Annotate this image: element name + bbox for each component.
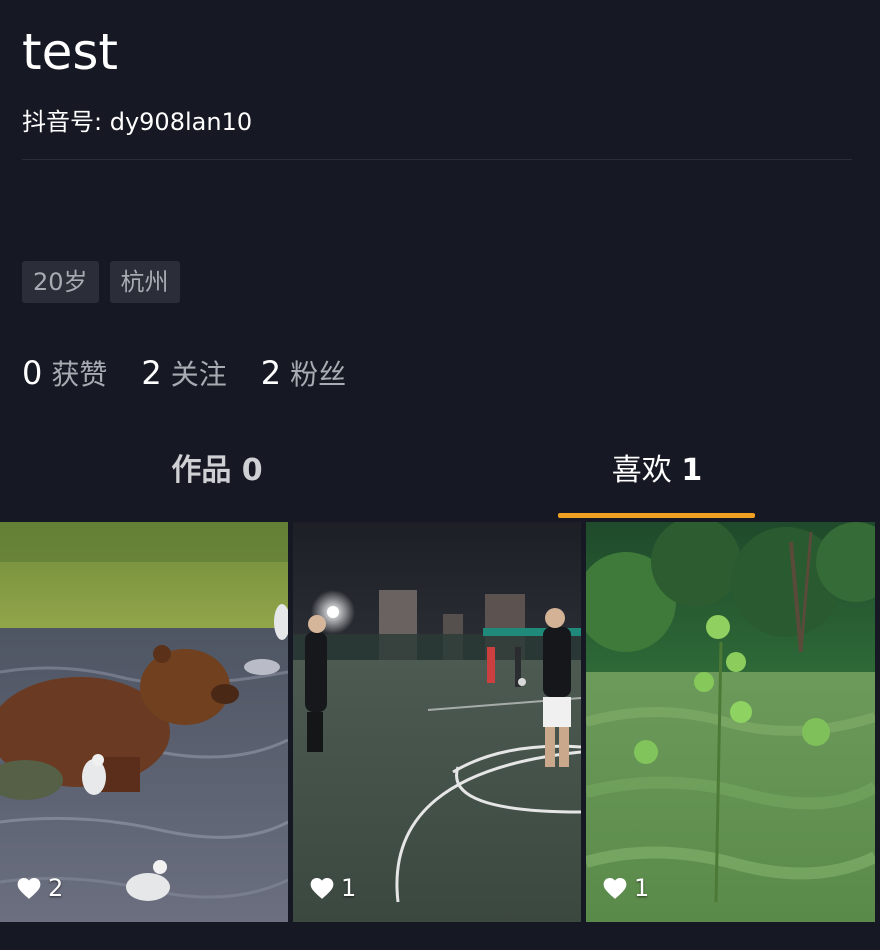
tab-works[interactable]: 作品 0 [0, 448, 434, 494]
video-grid: 2 1 1 [0, 522, 880, 922]
active-tab-indicator [558, 513, 755, 518]
stat-followers[interactable]: 2 粉丝 [261, 352, 346, 396]
stat-value: 2 [141, 354, 162, 392]
like-count-overlay: 1 [309, 874, 356, 902]
heart-icon [17, 878, 41, 899]
stat-following[interactable]: 2 关注 [141, 352, 226, 396]
age-tag: 20岁 [22, 261, 99, 303]
profile-page: test 抖音号: dy908lan10 20岁 杭州 0 获赞 2 关注 2 … [0, 0, 880, 950]
stat-value: 2 [260, 354, 282, 392]
thumbnail-image [293, 522, 581, 922]
like-count-overlay: 1 [602, 874, 649, 902]
stat-label: 关注 [170, 358, 227, 391]
tab-likes[interactable]: 喜欢 1 [440, 448, 874, 494]
thumbnail-image [586, 522, 875, 922]
like-count-overlay: 2 [16, 874, 63, 902]
thumbnail-image [0, 522, 288, 922]
stat-label: 获赞 [51, 358, 108, 391]
like-count: 1 [341, 874, 357, 902]
video-thumbnail[interactable]: 1 [293, 522, 581, 922]
tab-label: 喜欢 [611, 453, 672, 488]
location-tag: 杭州 [109, 261, 180, 303]
stat-value: 0 [22, 354, 43, 392]
tab-label: 作品 [171, 453, 232, 488]
profile-tags: 20岁 杭州 [22, 261, 180, 303]
like-count: 1 [634, 874, 650, 902]
video-thumbnail[interactable]: 2 [0, 522, 288, 922]
stat-likes-received: 0 获赞 [22, 352, 107, 396]
stat-label: 粉丝 [290, 358, 347, 391]
profile-stats: 0 获赞 2 关注 2 粉丝 [22, 352, 346, 396]
heart-icon [603, 878, 627, 899]
video-thumbnail[interactable]: 1 [586, 522, 875, 922]
account-id: 抖音号: dy908lan10 [22, 108, 253, 136]
tab-count: 1 [681, 453, 703, 488]
profile-name: test [22, 23, 119, 81]
heart-icon [310, 878, 334, 899]
like-count: 2 [48, 874, 64, 902]
tab-count: 0 [241, 453, 263, 488]
divider [22, 159, 852, 160]
